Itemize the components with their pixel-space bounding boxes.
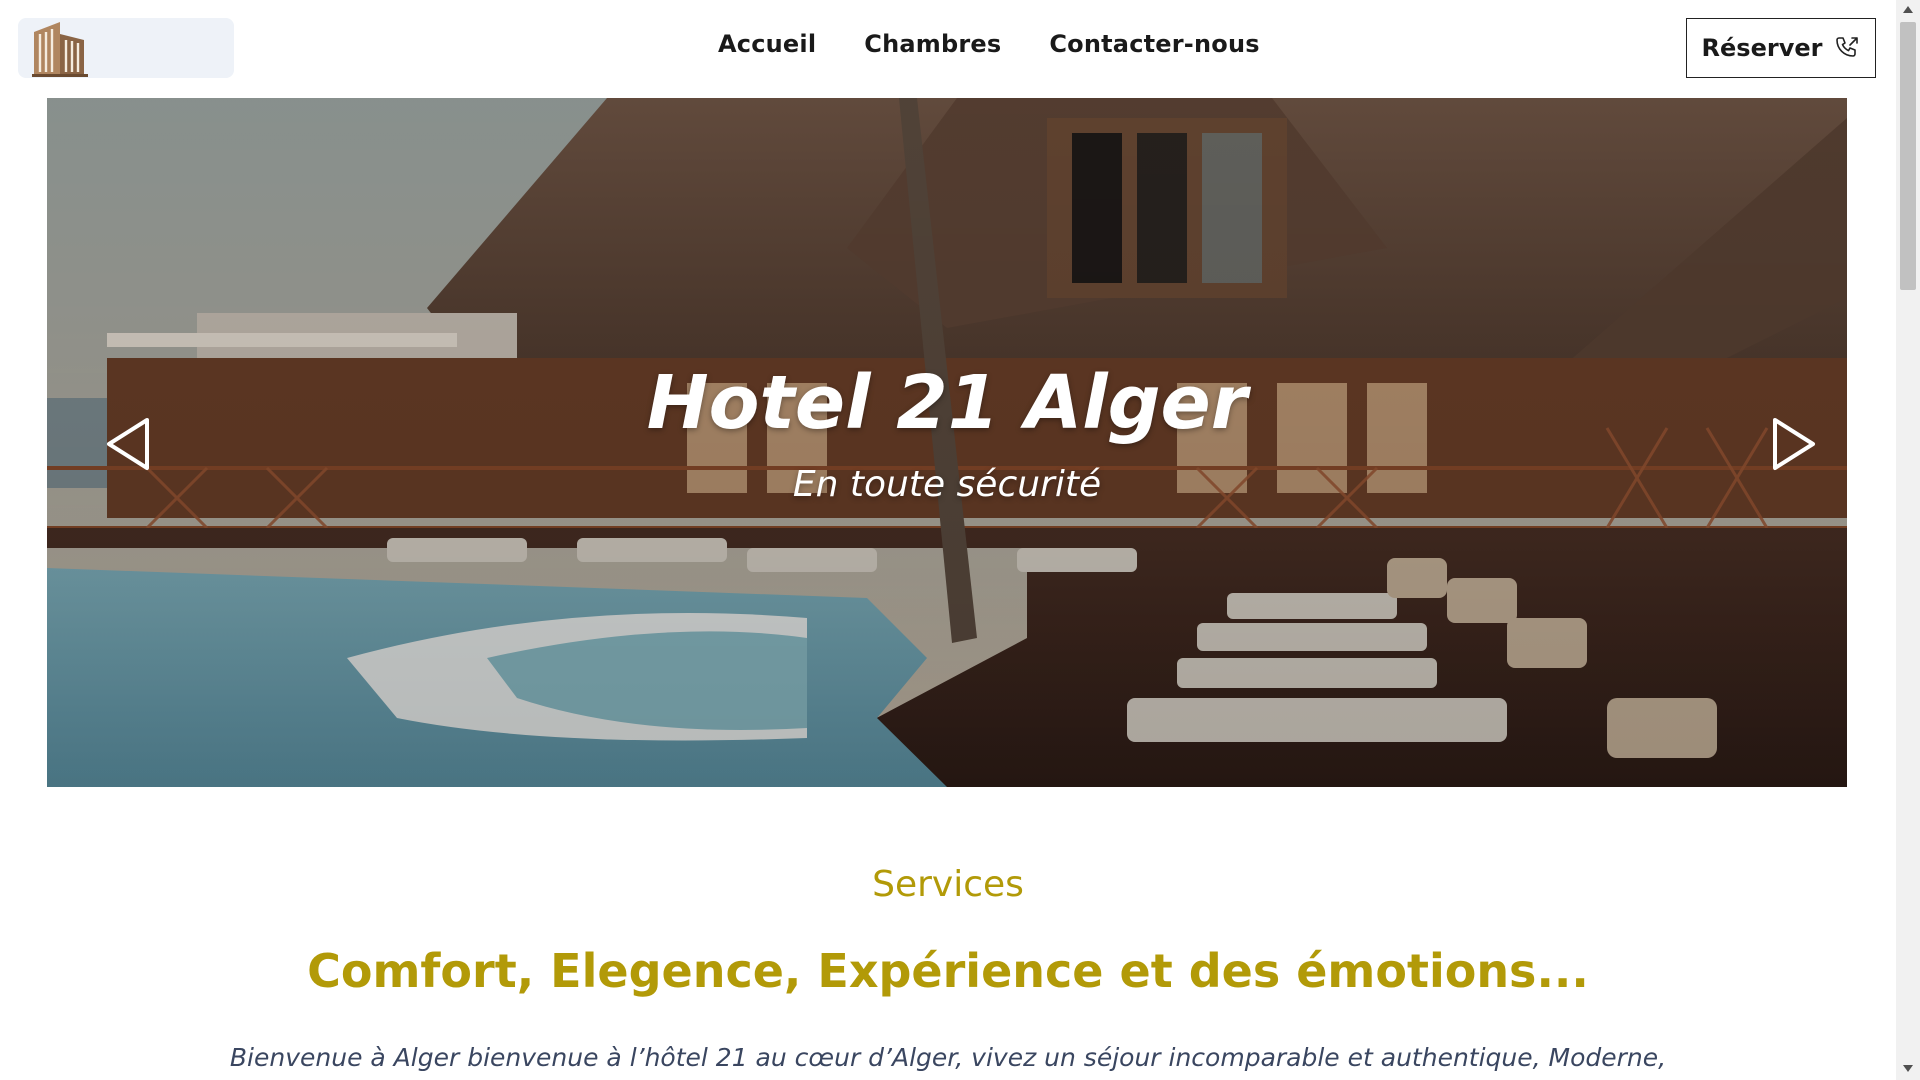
reserve-button-label: Réserver	[1701, 34, 1823, 62]
hero-subtitle: En toute sécurité	[792, 464, 1102, 505]
scrollbar-thumb[interactable]	[1900, 22, 1916, 290]
chevron-left-icon[interactable]	[103, 416, 153, 472]
scroll-up-icon[interactable]	[1902, 4, 1914, 16]
hotel-building-icon	[32, 22, 88, 77]
site-header: Accueil Chambres Contacter-nous Réserver	[0, 0, 1896, 98]
services-label: Services	[872, 864, 1024, 905]
phone-icon	[1836, 37, 1859, 57]
scroll-down-icon[interactable]	[1902, 1062, 1914, 1074]
services-intro: Bienvenue à Alger bienvenue à l’hôtel 21…	[229, 1043, 1667, 1072]
hero-carousel: Hotel 21 Alger En toute sécurité	[47, 98, 1847, 787]
reserve-button[interactable]: Réserver	[1686, 18, 1876, 78]
services-heading: Comfort, Elegence, Expérience et des émo…	[307, 944, 1589, 998]
nav-chambres[interactable]: Chambres	[864, 30, 1001, 58]
chevron-right-icon[interactable]	[1769, 416, 1819, 472]
logo[interactable]	[18, 18, 234, 78]
hero-title: Hotel 21 Alger	[646, 360, 1248, 446]
nav-contact[interactable]: Contacter-nous	[1049, 30, 1259, 58]
main-nav: Accueil Chambres Contacter-nous	[718, 30, 1260, 58]
page-scrollbar[interactable]	[1896, 0, 1920, 1080]
nav-accueil[interactable]: Accueil	[718, 30, 816, 58]
